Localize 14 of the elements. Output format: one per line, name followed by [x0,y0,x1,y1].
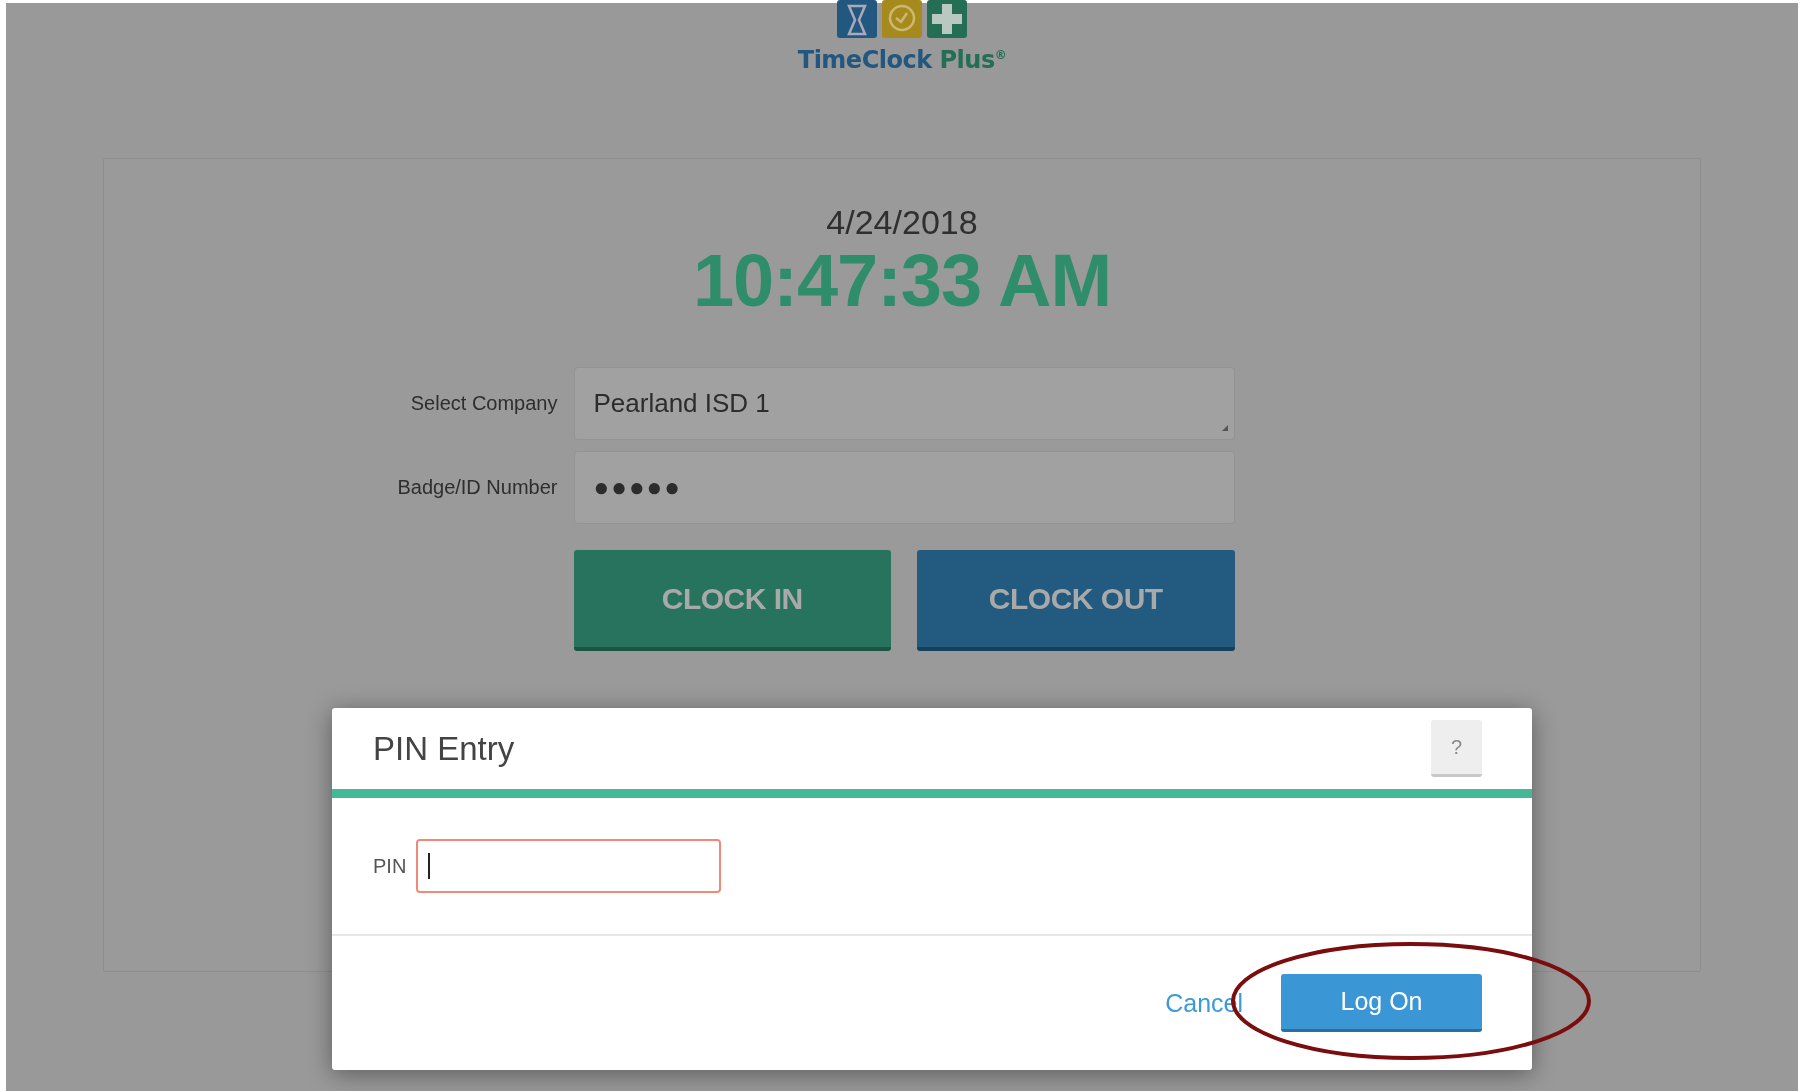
field-label: Select Company [410,392,558,415]
logo-text: TimeClock Plus$^{®}$ [797,46,1007,74]
badge-field[interactable]: ●●●●● [573,451,1235,524]
logo-icon [837,0,967,40]
help-button[interactable]: ? [1431,720,1482,777]
clock-out-button[interactable]: CLOCK OUT [917,550,1235,651]
company-select[interactable]: Pearland ISD 1 [573,367,1235,440]
pin-label: PIN [373,854,407,878]
pin-field[interactable] [416,839,722,893]
log-on-button[interactable]: Log On [1281,974,1482,1032]
clock-in-button[interactable]: CLOCK IN [573,550,891,651]
dialog-title: PIN Entry [373,729,515,768]
field-label: Badge/ID Number [397,476,558,499]
resize-grip-icon [1221,425,1228,431]
